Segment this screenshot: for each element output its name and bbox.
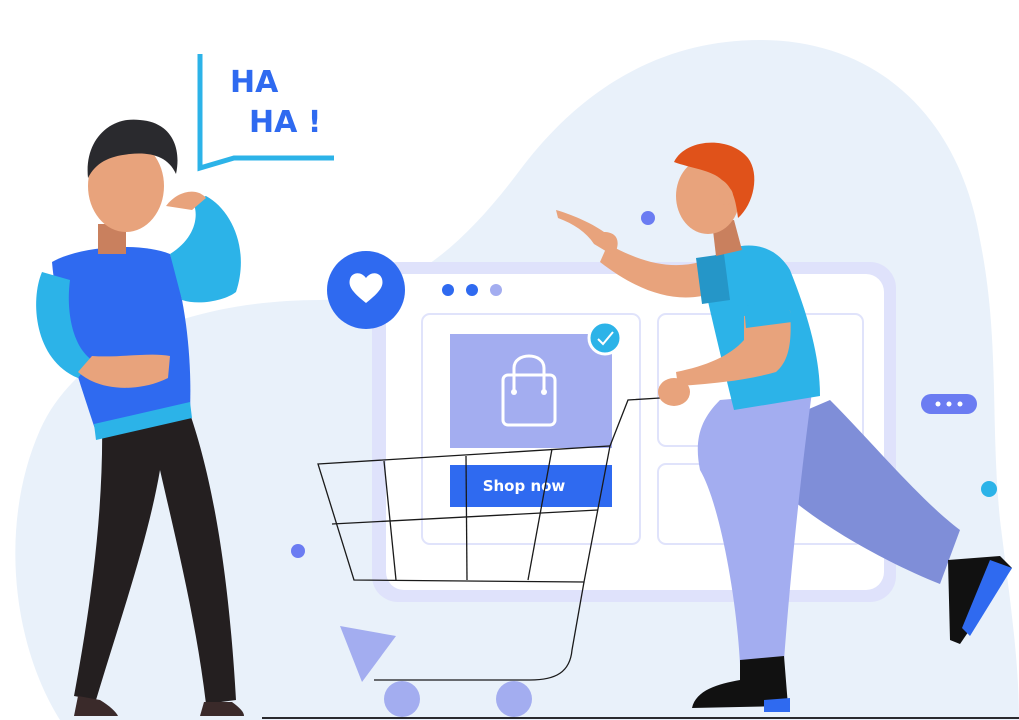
shop-now-button[interactable]: Shop now [450, 465, 612, 507]
window-dot [466, 284, 478, 296]
product-image [450, 334, 612, 448]
checkmark-icon [587, 320, 623, 356]
decor-dot [291, 544, 305, 558]
window-dot [442, 284, 454, 296]
shop-now-label: Shop now [483, 477, 566, 495]
cart-wheel [384, 681, 420, 717]
cart-wheel [496, 681, 532, 717]
window-dot [490, 284, 502, 296]
speech-bubble: HA HA ! [197, 54, 334, 172]
speech-line-1: HA [230, 65, 279, 100]
illustration-scene: HA HA ! Shop now [15, 40, 1019, 720]
heart-icon [327, 251, 405, 329]
decor-dot [981, 481, 997, 497]
more-dots-icon [921, 394, 977, 414]
speech-line-2: HA ! [249, 105, 321, 140]
decor-dot [641, 211, 655, 225]
